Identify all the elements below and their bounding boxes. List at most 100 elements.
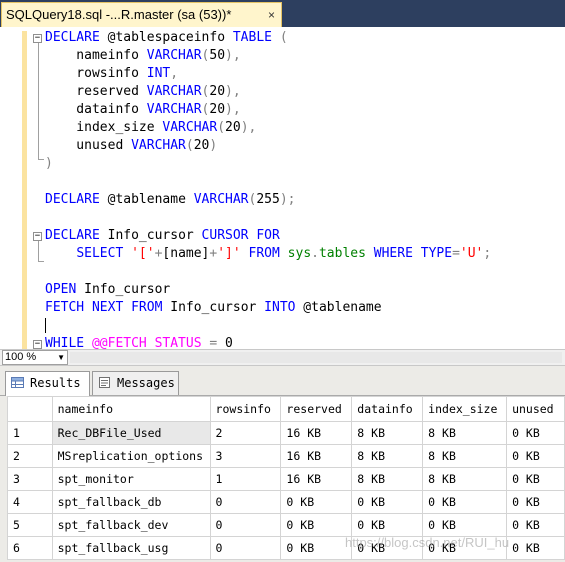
column-header[interactable]: unused — [506, 396, 565, 422]
column-header[interactable]: reserved — [280, 396, 353, 422]
code-line[interactable]: DECLARE Info_cursor CURSOR FOR — [45, 227, 491, 245]
row-number[interactable]: 1 — [7, 421, 53, 445]
grid-cell[interactable]: 0 KB — [351, 490, 424, 514]
table-row[interactable]: 4 spt_fallback_db 0 0 KB 0 KB 0 KB 0 KB — [7, 490, 565, 514]
close-icon[interactable]: × — [268, 3, 275, 27]
code-token: ); — [279, 192, 296, 207]
code-token: DECLARE — [45, 228, 100, 243]
grid-cell[interactable]: 2 — [209, 421, 282, 445]
code-token: ), — [240, 120, 257, 135]
row-number[interactable]: 2 — [7, 444, 53, 468]
grid-cell[interactable]: 16 KB — [280, 467, 353, 491]
column-header[interactable]: index_size — [422, 396, 508, 422]
grid-cell[interactable]: spt_fallback_usg — [51, 536, 211, 560]
code-line[interactable] — [45, 173, 491, 191]
grid-cell[interactable]: 1 — [209, 467, 282, 491]
grid-corner-cell[interactable] — [7, 396, 53, 422]
code-token: ( — [185, 138, 194, 153]
code-line[interactable]: DECLARE @tablespaceinfo TABLE ( — [45, 29, 491, 47]
grid-cell[interactable]: 0 KB — [506, 490, 565, 514]
code-token: ) — [209, 138, 218, 153]
zoom-dropdown[interactable]: 100 % ▼ — [2, 350, 68, 365]
grid-cell[interactable]: 16 KB — [280, 421, 353, 445]
grid-cell[interactable]: spt_fallback_dev — [51, 513, 211, 537]
code-line[interactable]: datainfo VARCHAR(20), — [45, 101, 491, 119]
grid-cell[interactable]: 8 KB — [422, 467, 508, 491]
code-line[interactable]: ) — [45, 155, 491, 173]
code-line[interactable]: WHILE @@FETCH_STATUS = 0 — [45, 335, 491, 349]
row-number[interactable]: 5 — [7, 513, 53, 537]
code-token: = — [452, 246, 460, 261]
outline-end — [38, 261, 44, 262]
grid-cell[interactable]: 8 KB — [351, 444, 424, 468]
code-token: Info_cursor — [99, 228, 202, 243]
grid-cell[interactable]: 3 — [209, 444, 282, 468]
grid-cell[interactable]: 0 — [209, 536, 282, 560]
grid-cell[interactable]: 0 — [209, 513, 282, 537]
tab-messages[interactable]: Messages — [92, 371, 179, 395]
horizontal-scrollbar[interactable] — [70, 352, 562, 363]
table-row[interactable]: 2 MSreplication_options 3 16 KB 8 KB 8 K… — [7, 444, 565, 468]
code-line[interactable] — [45, 317, 491, 335]
grid-cell[interactable]: 0 KB — [351, 513, 424, 537]
tab-results[interactable]: Results — [5, 371, 90, 396]
grid-cell[interactable]: 0 KB — [280, 490, 353, 514]
grid-cell[interactable]: spt_fallback_db — [51, 490, 211, 514]
table-row[interactable]: 1 Rec_DBFile_Used 2 16 KB 8 KB 8 KB 0 KB — [7, 421, 565, 445]
grid-cell[interactable]: 0 — [209, 490, 282, 514]
column-header[interactable]: datainfo — [351, 396, 424, 422]
code-line[interactable]: DECLARE @tablename VARCHAR(255); — [45, 191, 491, 209]
grid-cell[interactable]: spt_monitor — [51, 467, 211, 491]
grid-cell[interactable]: 0 KB — [506, 444, 565, 468]
code-line[interactable]: OPEN Info_cursor — [45, 281, 491, 299]
collapse-icon[interactable]: − — [33, 232, 42, 241]
row-number[interactable]: 6 — [7, 536, 53, 560]
table-row[interactable]: 3 spt_monitor 1 16 KB 8 KB 8 KB 0 KB — [7, 467, 565, 491]
outline-line — [38, 241, 39, 261]
code-line[interactable]: FETCH NEXT FROM Info_cursor INTO @tablen… — [45, 299, 491, 317]
grid-cell[interactable]: 0 KB — [506, 536, 565, 560]
table-row[interactable]: 5 spt_fallback_dev 0 0 KB 0 KB 0 KB 0 KB — [7, 513, 565, 537]
grid-cell[interactable]: MSreplication_options — [51, 444, 211, 468]
code-line[interactable] — [45, 209, 491, 227]
grid-cell[interactable]: 0 KB — [506, 513, 565, 537]
query-editor[interactable]: − − − DECLARE @tablespaceinfo TABLE ( na… — [0, 27, 565, 349]
code-line[interactable]: rowsinfo INT, — [45, 65, 491, 83]
code-line[interactable] — [45, 263, 491, 281]
grid-cell[interactable]: 8 KB — [422, 421, 508, 445]
code-line[interactable]: unused VARCHAR(20) — [45, 137, 491, 155]
tab-results-label: Results — [30, 376, 81, 390]
grid-cell[interactable]: 0 KB — [506, 467, 565, 491]
row-number[interactable]: 3 — [7, 467, 53, 491]
code-line[interactable]: SELECT '['+[name]+']' FROM sys.tables WH… — [45, 245, 491, 263]
grid-cell[interactable]: 8 KB — [351, 467, 424, 491]
column-header[interactable]: nameinfo — [51, 396, 211, 422]
code-token: VARCHAR — [146, 84, 202, 99]
collapse-icon[interactable]: − — [33, 34, 42, 43]
grid-cell[interactable]: 8 KB — [422, 444, 508, 468]
grid-cell[interactable]: 0 KB — [280, 536, 353, 560]
code-token: VARCHAR — [131, 138, 186, 153]
grid-cell[interactable]: Rec_DBFile_Used — [51, 421, 211, 445]
code-token: 50 — [209, 48, 226, 63]
editor-status-row: 100 % ▼ — [0, 349, 565, 366]
grid-cell[interactable]: 0 KB — [422, 490, 508, 514]
grid-cell[interactable]: 16 KB — [280, 444, 353, 468]
grid-cell[interactable]: 0 KB — [506, 421, 565, 445]
grid-cell[interactable]: 0 KB — [280, 513, 353, 537]
column-header[interactable]: rowsinfo — [209, 396, 282, 422]
grid-cell[interactable]: 8 KB — [351, 421, 424, 445]
results-pane: Results Messages nameinfo rowsinfo reser… — [0, 366, 565, 562]
outline-end — [38, 159, 44, 160]
selection-margin[interactable] — [0, 27, 20, 349]
document-tab[interactable]: SQLQuery18.sql -...R.master (sa (53))* × — [1, 2, 282, 27]
code-line[interactable]: reserved VARCHAR(20), — [45, 83, 491, 101]
row-number[interactable]: 4 — [7, 490, 53, 514]
collapse-icon[interactable]: − — [33, 340, 42, 349]
code-text[interactable]: DECLARE @tablespaceinfo TABLE ( nameinfo… — [45, 29, 491, 349]
code-line[interactable]: nameinfo VARCHAR(50), — [45, 47, 491, 65]
grid-cell[interactable]: 0 KB — [422, 513, 508, 537]
code-line[interactable]: index_size VARCHAR(20), — [45, 119, 491, 137]
